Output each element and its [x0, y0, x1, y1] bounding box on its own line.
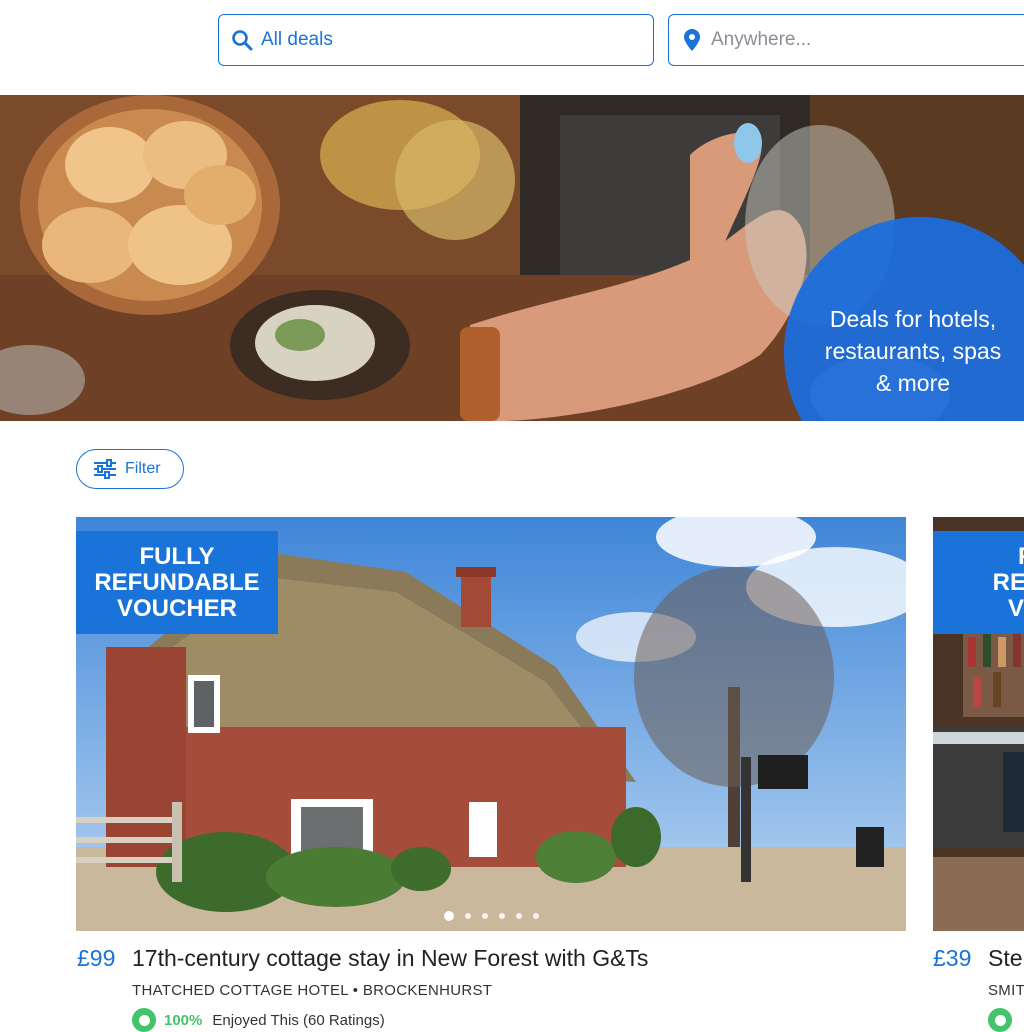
deals-search-input[interactable]: All deals: [218, 14, 654, 66]
refundable-voucher-badge: FULLY REFUNDABLE VOUCHER: [76, 531, 278, 634]
deal-title[interactable]: 17th-century cottage stay in New Forest …: [132, 945, 648, 972]
carousel-dot[interactable]: [498, 913, 505, 919]
hero-banner: Deals for hotels, restaurants, spas & mo…: [0, 95, 1024, 421]
location-search-input[interactable]: Anywhere...: [668, 14, 1024, 66]
rating-label: Enjoyed This (60 Ratings): [212, 1011, 385, 1029]
badge2-line3: VOU: [1007, 594, 1024, 622]
deal-card-image-2[interactable]: FU REFUN VOU: [933, 517, 1024, 931]
refundable-voucher-badge-2: FU REFUN VOU: [933, 531, 1024, 634]
rating-ring-icon-2: [988, 1008, 1012, 1032]
sliders-icon: [93, 459, 117, 479]
carousel-dot[interactable]: [464, 913, 471, 919]
hero-headline-line2: restaurants, spas: [824, 338, 1002, 364]
location-search-placeholder: Anywhere...: [711, 29, 812, 50]
hero-headline: Deals for hotels, restaurants, spas & mo…: [800, 303, 1024, 399]
deal-price: £99: [77, 945, 116, 971]
badge-line2: REFUNDABLE: [94, 568, 260, 596]
badge2-line1: FU: [933, 543, 1024, 570]
deal-venue-location-2: SMIT: [988, 982, 1024, 999]
hero-headline-line1: Deals for hotels,: [829, 306, 997, 332]
deal-title-2[interactable]: Ste: [988, 945, 1023, 972]
carousel-dot[interactable]: [481, 913, 488, 919]
location-pin-icon: [681, 29, 703, 51]
filter-button[interactable]: Filter: [76, 449, 184, 489]
badge-line1: FULLY: [139, 542, 215, 570]
rating-percent: 100%: [164, 1011, 203, 1029]
carousel-dot[interactable]: [515, 913, 522, 919]
deal-venue-location: THATCHED COTTAGE HOTEL • BROCKENHURST: [132, 982, 493, 999]
deals-search-value: All deals: [261, 29, 333, 50]
hero-headline-line3: & more: [875, 370, 951, 396]
deal-rating: 100% Enjoyed This (60 Ratings): [132, 1008, 385, 1032]
deal-price-2: £39: [933, 945, 972, 971]
rating-ring-icon: [132, 1008, 156, 1032]
badge-line3: VOUCHER: [116, 594, 237, 622]
search-icon: [231, 29, 253, 51]
carousel-dot[interactable]: [443, 911, 454, 921]
carousel-dots[interactable]: [76, 911, 906, 921]
filter-label: Filter: [125, 460, 161, 477]
deal-rating-2: [988, 1008, 1020, 1032]
deal-card-image[interactable]: FULLY REFUNDABLE VOUCHER: [76, 517, 906, 931]
carousel-dot[interactable]: [532, 913, 539, 919]
badge2-line2: REFUN: [992, 568, 1024, 596]
